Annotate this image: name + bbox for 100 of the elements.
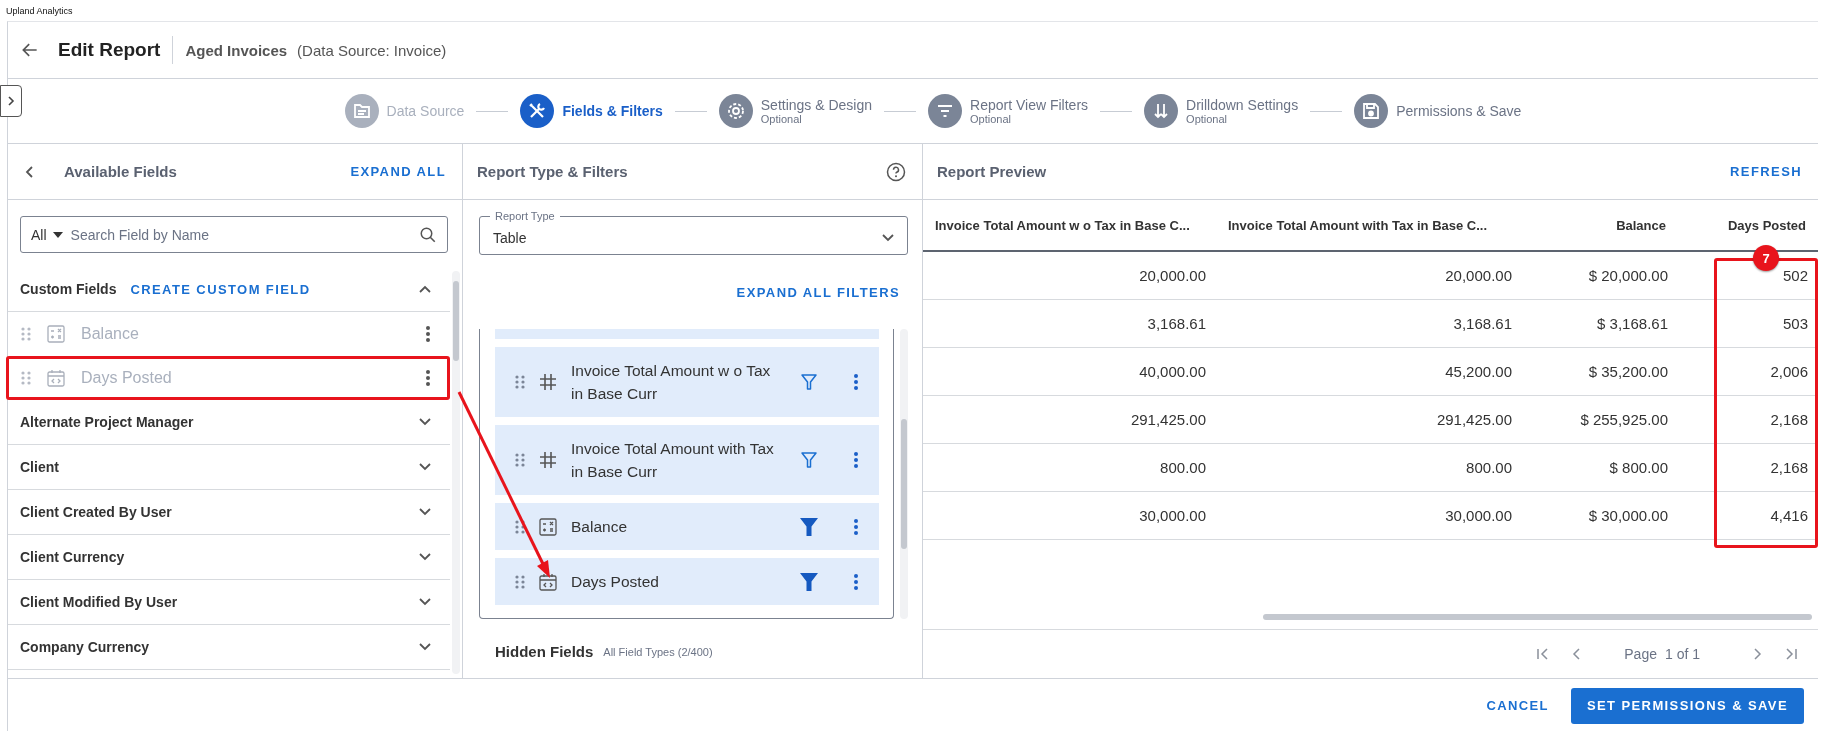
section-note: All Field Types (2/400) xyxy=(603,645,713,658)
wizard-step[interactable]: Fields & Filters xyxy=(520,94,663,128)
expand-sidebar-button[interactable] xyxy=(0,85,22,117)
data-source-label: (Data Source: Invoice) xyxy=(297,41,447,59)
more-options-icon[interactable] xyxy=(853,572,859,591)
filled-filter-icon[interactable] xyxy=(799,516,819,537)
calendar-icon xyxy=(539,572,557,591)
chevron-right-icon[interactable] xyxy=(6,95,16,107)
refresh-link[interactable]: REFRESH xyxy=(1730,160,1802,183)
horizontal-scrollbar[interactable] xyxy=(1263,613,1812,621)
page-title: Edit Report xyxy=(58,39,161,61)
section-title: Hidden Fields xyxy=(495,643,594,660)
table-cell: 800.00 xyxy=(923,444,1216,492)
save-icon xyxy=(1354,94,1389,128)
field-group[interactable]: Client Created By User xyxy=(8,490,450,535)
column-header[interactable]: Balance xyxy=(1522,200,1678,252)
step-number-badge: 7 xyxy=(1753,245,1779,271)
wizard-step[interactable]: Report View Filters Optional xyxy=(928,94,1089,128)
drag-handle-icon[interactable] xyxy=(515,453,525,467)
search-icon[interactable] xyxy=(419,225,437,244)
table-cell: 2,168 xyxy=(1678,396,1818,444)
more-options-icon[interactable] xyxy=(853,373,859,391)
table-cell: 30,000.00 xyxy=(923,492,1216,540)
hash-icon xyxy=(539,373,557,391)
filter-icon[interactable] xyxy=(799,372,819,392)
report-field-item[interactable] xyxy=(495,329,879,339)
table-cell: 503 xyxy=(1678,300,1818,348)
create-custom-field-link[interactable]: CREATE CUSTOM FIELD xyxy=(130,277,311,301)
filter-icon[interactable] xyxy=(799,450,819,470)
table-cell: 30,000.00 xyxy=(1216,492,1522,540)
dropdown-caret-icon[interactable] xyxy=(52,231,63,238)
scrollbar[interactable] xyxy=(452,271,460,674)
table-cell: 3,168.61 xyxy=(1216,300,1522,348)
chevron-down-icon[interactable] xyxy=(881,232,895,243)
more-options-icon[interactable] xyxy=(853,517,859,536)
table-cell: $ 30,000.00 xyxy=(1522,492,1678,540)
folder-icon xyxy=(344,94,379,128)
report-field-item[interactable]: Invoice Total Amount w o Tax in Base Curr xyxy=(495,347,879,417)
field-name: Invoice Total Amount with Tax in Base Curr xyxy=(571,439,775,482)
field-name: Balance xyxy=(571,517,628,537)
gear-icon xyxy=(718,94,753,128)
table-cell: $ 35,200.00 xyxy=(1522,348,1678,396)
drag-handle-icon[interactable] xyxy=(515,574,525,589)
field-group[interactable]: Client Modified By User xyxy=(8,580,450,625)
down-arrows-icon xyxy=(1144,94,1179,128)
filter-lines-icon xyxy=(928,94,963,128)
page-label: Page xyxy=(1624,646,1657,662)
table-cell: 291,425.00 xyxy=(923,396,1216,444)
panel-title: Report Type & Filters xyxy=(477,163,628,180)
expand-all-filters-link[interactable]: EXPAND ALL FILTERS xyxy=(736,280,900,304)
drag-handle-icon[interactable] xyxy=(515,519,525,534)
chevron-down-icon[interactable] xyxy=(418,462,432,472)
table-cell: 20,000.00 xyxy=(923,252,1216,300)
field-group[interactable]: Custom Fields CREATE CUSTOM FIELD xyxy=(8,267,450,312)
table-cell: 4,416 xyxy=(1678,492,1818,540)
wizard-step[interactable]: Drilldown Settings Optional xyxy=(1144,94,1299,128)
first-page-icon[interactable] xyxy=(1536,647,1551,661)
field-group[interactable]: Client xyxy=(8,445,450,490)
chevron-down-icon[interactable] xyxy=(418,417,432,427)
calendar-icon xyxy=(47,369,65,387)
cancel-button[interactable]: CANCEL xyxy=(1486,694,1549,717)
app-title: Upland Analytics xyxy=(5,5,73,18)
report-field-item[interactable]: Days Posted xyxy=(495,558,879,605)
calculator-icon xyxy=(539,517,557,536)
field-group[interactable]: Client Currency xyxy=(8,535,450,580)
chevron-down-icon[interactable] xyxy=(418,507,432,517)
field-group[interactable]: Alternate Project Manager xyxy=(8,400,450,445)
field-group[interactable]: Company Currency xyxy=(8,625,450,670)
table-cell: $ 255,925.00 xyxy=(1522,396,1678,444)
tools-icon xyxy=(520,94,555,128)
chevron-up-icon[interactable] xyxy=(418,284,432,294)
last-page-icon[interactable] xyxy=(1784,647,1798,661)
table-cell: 2,006 xyxy=(1678,348,1818,396)
wizard-step[interactable]: Settings & Design Optional xyxy=(718,94,873,128)
expand-all-link[interactable]: EXPAND ALL xyxy=(350,160,446,183)
column-header[interactable]: Invoice Total Amount w o Tax in Base C... xyxy=(923,200,1216,252)
help-icon[interactable] xyxy=(886,161,906,182)
report-field-item[interactable]: Balance xyxy=(495,503,879,550)
field-name: Days Posted xyxy=(571,572,660,592)
more-options-icon[interactable] xyxy=(853,451,859,469)
table-cell: 45,200.00 xyxy=(1216,348,1522,396)
column-header[interactable]: Invoice Total Amount with Tax in Base C... xyxy=(1216,200,1522,252)
report-field-item[interactable]: Invoice Total Amount with Tax in Base Curr xyxy=(495,425,879,495)
scrollbar[interactable] xyxy=(900,329,908,619)
drag-handle-icon[interactable] xyxy=(515,375,525,389)
table-cell: $ 3,168.61 xyxy=(1522,300,1678,348)
chevron-down-icon[interactable] xyxy=(418,552,432,562)
table-cell: 3,168.61 xyxy=(923,300,1216,348)
calculator-icon xyxy=(47,325,65,343)
save-button[interactable]: SET PERMISSIONS & SAVE xyxy=(1570,687,1804,724)
wizard-step[interactable]: Permissions & Save xyxy=(1354,94,1522,128)
table-cell: $ 800.00 xyxy=(1522,444,1678,492)
field-name: Invoice Total Amount w o Tax in Base Curr xyxy=(571,361,772,404)
table-cell: 800.00 xyxy=(1216,444,1522,492)
panel-title: Available Fields xyxy=(64,163,177,180)
search-input[interactable]: Search Field by Name xyxy=(68,225,413,244)
filled-filter-icon[interactable] xyxy=(799,571,819,592)
search-field[interactable]: All Search Field by Name xyxy=(20,216,448,253)
chevron-down-icon[interactable] xyxy=(418,597,432,607)
chevron-down-icon[interactable] xyxy=(418,642,432,652)
